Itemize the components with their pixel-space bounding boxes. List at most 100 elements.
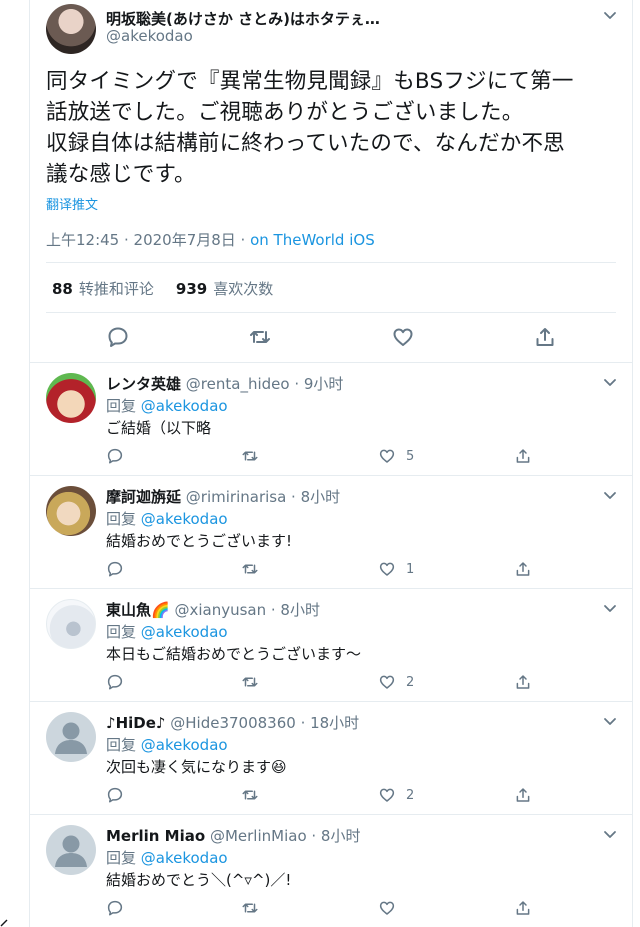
- reply-author-handle[interactable]: @MerlinMiao · 8小时: [210, 827, 361, 845]
- replying-to: 回复 @akekodao: [106, 847, 228, 868]
- mention-link[interactable]: @akekodao: [141, 623, 228, 641]
- reply-tweet[interactable]: Merlin Miao @MerlinMiao · 8小时 回复 @akekod…: [30, 815, 632, 927]
- mention-link[interactable]: @akekodao: [141, 736, 228, 754]
- share-icon: [516, 788, 530, 802]
- like-icon: [379, 901, 395, 915]
- like-button[interactable]: [378, 897, 406, 919]
- reply-text: 結婚おめでとうございます!: [106, 532, 293, 550]
- reply-button[interactable]: [106, 558, 124, 580]
- tweet-text-line: 同タイミングで『異常生物見聞録』もBSフジにて第一: [46, 69, 574, 94]
- reply-author-handle[interactable]: @renta_hideo · 9小时: [186, 375, 344, 393]
- retweet-button[interactable]: [241, 445, 259, 467]
- mention-link[interactable]: @akekodao: [141, 397, 228, 415]
- reply-author-name[interactable]: 摩訶迦旃延: [106, 488, 181, 506]
- replying-to-label: 回复: [106, 623, 141, 641]
- like-count: 2: [406, 674, 415, 690]
- translate-tweet-link[interactable]: 翻译推文: [46, 194, 98, 213]
- reply-header: ♪HiDe♪ @Hide37008360 · 18小时: [106, 712, 359, 733]
- like-stat[interactable]: 939 喜欢次数: [176, 280, 273, 298]
- cursor-fragment-icon: [0, 919, 8, 927]
- mention-link[interactable]: @akekodao: [141, 510, 228, 528]
- reply-author-handle[interactable]: @xianyusan · 8小时: [174, 601, 320, 619]
- tweet-text-line: 議な感じです。: [46, 162, 196, 187]
- share-button[interactable]: [514, 671, 532, 693]
- share-icon: [516, 901, 530, 915]
- author-name[interactable]: 明坂聡美(あけさか さとみ)はホタテぇ…: [106, 8, 380, 29]
- reply-author-name[interactable]: ♪HiDe♪: [106, 714, 165, 732]
- reply-header: 東山魚🌈 @xianyusan · 8小时: [106, 599, 320, 620]
- divider: [46, 262, 616, 263]
- tweet-stats: 88 转推和评论 939 喜欢次数: [52, 278, 273, 299]
- tweet-thread: 明坂聡美(あけさか さとみ)はホタテぇ… @akekodao 同タイミングで『異…: [29, 0, 633, 927]
- retweet-icon: [242, 677, 258, 687]
- reply-author-handle[interactable]: @rimirinarisa · 8小时: [186, 488, 340, 506]
- like-button[interactable]: 1: [378, 558, 414, 580]
- chevron-down-icon[interactable]: [601, 825, 619, 843]
- reply-text: 次回も凄く気になります😆: [106, 758, 287, 776]
- share-icon: [516, 449, 530, 463]
- share-icon[interactable]: [533, 325, 557, 349]
- reply-button[interactable]: [106, 445, 124, 467]
- reply-author-name[interactable]: レンタ英雄: [106, 375, 181, 393]
- tweet-text-line: 収録自体は結構前に終わっていたので、なんだか不思: [46, 131, 565, 156]
- chevron-down-icon[interactable]: [601, 6, 619, 24]
- like-count: 2: [406, 787, 415, 803]
- retweet-icon: [242, 790, 258, 800]
- reply-tweet[interactable]: ♪HiDe♪ @Hide37008360 · 18小时 回复 @akekodao…: [30, 702, 632, 815]
- reply-avatar[interactable]: [46, 599, 96, 649]
- reply-icon[interactable]: [106, 325, 130, 349]
- reply-button[interactable]: [106, 671, 124, 693]
- reply-avatar[interactable]: [46, 486, 96, 536]
- retweet-icon: [242, 903, 258, 913]
- chevron-down-icon[interactable]: [601, 712, 619, 730]
- share-button[interactable]: [514, 897, 532, 919]
- like-button[interactable]: 2: [378, 784, 414, 806]
- reply-actions: [106, 897, 556, 919]
- like-button[interactable]: 5: [378, 445, 414, 467]
- reply-header: 摩訶迦旃延 @rimirinarisa · 8小时: [106, 486, 340, 507]
- reply-tweet[interactable]: レンタ英雄 @renta_hideo · 9小时 回复 @akekodao ご結…: [30, 363, 632, 476]
- replying-to-label: 回复: [106, 510, 141, 528]
- retweet-icon[interactable]: [248, 325, 272, 349]
- retweet-button[interactable]: [241, 784, 259, 806]
- retweet-label: 转推和评论: [78, 280, 154, 298]
- like-count: 939: [175, 280, 208, 298]
- like-icon: [379, 562, 395, 576]
- like-icon: [379, 788, 395, 802]
- tweet-source-link[interactable]: on TheWorld iOS: [250, 231, 375, 249]
- tweet-timestamp[interactable]: 上午12:45 · 2020年7月8日 ·: [46, 231, 250, 249]
- reply-tweet[interactable]: 摩訶迦旃延 @rimirinarisa · 8小时 回复 @akekodao 結…: [30, 476, 632, 589]
- replying-to-label: 回复: [106, 397, 141, 415]
- share-button[interactable]: [514, 784, 532, 806]
- share-icon: [516, 675, 530, 689]
- retweet-stat[interactable]: 88 转推和评论: [52, 280, 154, 298]
- share-button[interactable]: [514, 445, 532, 467]
- reply-icon: [107, 674, 123, 690]
- reply-button[interactable]: [106, 784, 124, 806]
- reply-button[interactable]: [106, 897, 124, 919]
- reply-tweet[interactable]: 東山魚🌈 @xianyusan · 8小时 回复 @akekodao 本日もご結…: [30, 589, 632, 702]
- like-label: 喜欢次数: [213, 280, 274, 298]
- retweet-button[interactable]: [241, 558, 259, 580]
- chevron-down-icon[interactable]: [601, 599, 619, 617]
- retweet-button[interactable]: [241, 671, 259, 693]
- reply-author-name[interactable]: Merlin Miao: [106, 827, 205, 845]
- reply-actions: 1: [106, 558, 556, 580]
- reply-icon: [107, 787, 123, 803]
- like-button[interactable]: 2: [378, 671, 414, 693]
- chevron-down-icon[interactable]: [601, 373, 619, 391]
- retweet-button[interactable]: [241, 897, 259, 919]
- reply-icon: [107, 900, 123, 916]
- share-button[interactable]: [514, 558, 532, 580]
- reply-author-handle[interactable]: @Hide37008360 · 18小时: [170, 714, 359, 732]
- reply-author-name[interactable]: 東山魚🌈: [106, 601, 170, 619]
- reply-avatar[interactable]: [46, 373, 96, 423]
- default-avatar[interactable]: [46, 825, 96, 875]
- like-icon[interactable]: [391, 325, 415, 349]
- author-avatar[interactable]: [46, 4, 96, 54]
- author-handle[interactable]: @akekodao: [106, 27, 193, 45]
- like-icon: [379, 449, 395, 463]
- mention-link[interactable]: @akekodao: [141, 849, 228, 867]
- chevron-down-icon[interactable]: [601, 486, 619, 504]
- default-avatar[interactable]: [46, 712, 96, 762]
